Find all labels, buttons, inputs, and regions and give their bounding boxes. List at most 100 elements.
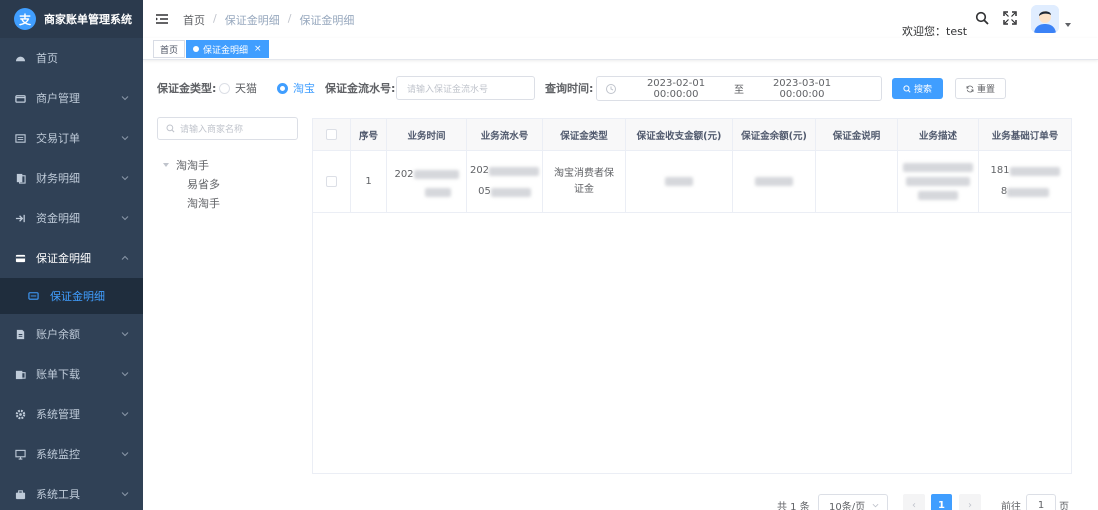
tree-node-child[interactable]: 淘淘手 xyxy=(187,195,220,211)
breadcrumb-item-current: 保证金明细 xyxy=(299,14,355,27)
avatar[interactable] xyxy=(1031,5,1059,33)
search-icon[interactable] xyxy=(975,11,989,25)
radio-circle xyxy=(219,82,230,94)
column-header: 业务描述 xyxy=(898,119,979,150)
tree-node-root[interactable]: 淘淘手 xyxy=(163,157,209,173)
caret-down-icon[interactable] xyxy=(163,163,169,167)
serial-input[interactable]: 请输入保证金流水号 xyxy=(396,76,535,100)
next-page-button[interactable]: › xyxy=(959,494,981,510)
jump-suffix: 页 xyxy=(1059,501,1069,510)
merchant-search-input[interactable]: 请输入商家名称 xyxy=(157,117,298,140)
sidebar-subitem-deposit-detail[interactable]: 保证金明细 xyxy=(0,278,143,314)
masked-value xyxy=(1009,166,1060,176)
cell-business-desc xyxy=(898,151,979,212)
select-all-checkbox[interactable] xyxy=(326,129,337,140)
monitor-icon xyxy=(14,448,26,460)
fullscreen-icon[interactable] xyxy=(1003,11,1017,25)
page-number-current[interactable]: 1 xyxy=(931,494,952,510)
chevron-down-icon xyxy=(872,503,879,508)
masked-value xyxy=(918,191,958,200)
column-header: 序号 xyxy=(351,119,387,150)
jump-label: 前往 xyxy=(1001,501,1021,510)
breadcrumb-item-home[interactable]: 首页 xyxy=(183,12,205,28)
order-prefix: 181 xyxy=(990,165,1010,176)
tree-node-child[interactable]: 易省多 xyxy=(187,176,220,192)
row-checkbox[interactable] xyxy=(326,176,337,187)
sidebar-item-label: 资金明细 xyxy=(36,212,80,225)
sidebar-item-tools[interactable]: 系统工具 xyxy=(0,474,143,510)
sidebar-item-fund[interactable]: 资金明细 xyxy=(0,198,143,238)
page-jump-input[interactable]: 1 xyxy=(1026,494,1056,510)
sidebar-item-orders[interactable]: 交易订单 xyxy=(0,118,143,158)
reset-button[interactable]: 重置 xyxy=(955,78,1006,99)
radio-label: 淘宝 xyxy=(293,82,315,95)
time-label: 查询时间: xyxy=(545,82,594,95)
sidebar-item-monitor[interactable]: 系统监控 xyxy=(0,434,143,474)
page-size-select[interactable]: 10条/页 xyxy=(818,494,888,510)
cell-description xyxy=(816,151,898,212)
sidebar-item-deposit[interactable]: 保证金明细 xyxy=(0,238,143,278)
column-header: 业务基础订单号 xyxy=(991,130,1059,142)
breadcrumb-item-deposit: 保证金明细 xyxy=(224,14,280,27)
search-icon xyxy=(903,84,911,93)
chevron-down-icon xyxy=(121,408,129,417)
masked-value xyxy=(665,177,693,186)
dashboard-icon xyxy=(14,52,26,64)
breadcrumb-separator: / xyxy=(287,12,292,25)
search-button-label: 搜索 xyxy=(913,85,932,95)
sidebar-item-balance[interactable]: 账户余额 xyxy=(0,314,143,354)
radio-taobao[interactable]: 淘宝 xyxy=(277,77,315,99)
sidebar-item-label: 账户余额 xyxy=(36,328,80,341)
tool-icon xyxy=(14,488,26,500)
deposit-icon xyxy=(14,252,26,264)
sidebar-subitem-label: 保证金明细 xyxy=(50,290,105,303)
hamburger-icon[interactable] xyxy=(155,12,169,26)
tag-deposit-detail[interactable]: 保证金明细 × xyxy=(186,40,269,58)
tag-label: 保证金明细 xyxy=(203,45,249,56)
radio-label: 天猫 xyxy=(235,82,257,95)
breadcrumb-separator: / xyxy=(213,12,217,25)
serial-prefix: 202 xyxy=(469,165,490,176)
sidebar-item-label: 系统管理 xyxy=(36,408,80,421)
sidebar-item-label: 系统工具 xyxy=(36,488,80,501)
cell-deposit-type: 淘宝消费者保证金 xyxy=(543,151,626,212)
sidebar-item-download[interactable]: 账单下载 xyxy=(0,354,143,394)
fund-icon xyxy=(14,212,26,224)
chevron-down-icon xyxy=(121,172,129,181)
date-range-picker[interactable]: 2023-02-01 00:00:00 至 2023-03-01 00:00:0… xyxy=(596,76,882,101)
sidebar-item-finance[interactable]: 财务明细 xyxy=(0,158,143,198)
serial-label: 保证金流水号: xyxy=(325,82,396,95)
sidebar-item-system[interactable]: 系统管理 xyxy=(0,394,143,434)
pagination-total: 共 1 条 xyxy=(777,501,810,510)
refresh-icon xyxy=(966,85,974,92)
sidebar-item-label: 交易订单 xyxy=(36,132,80,145)
serial-prefix: 05 xyxy=(478,186,491,197)
caret-down-icon[interactable] xyxy=(1065,23,1071,27)
masked-value xyxy=(906,177,970,186)
masked-value xyxy=(424,187,451,197)
tag-home[interactable]: 首页 xyxy=(153,40,186,58)
cell-amount xyxy=(626,151,733,212)
tree-node-label: 淘淘手 xyxy=(187,197,220,210)
column-header: 保证金说明 xyxy=(816,119,898,150)
balance-icon xyxy=(14,328,26,340)
breadcrumb: 首页 / 保证金明细 / 保证金明细 xyxy=(183,12,354,28)
sidebar-item-merchant[interactable]: 商户管理 xyxy=(0,78,143,118)
column-header: 保证金余额(元) xyxy=(733,119,816,150)
app-title: 商家账单管理系统 xyxy=(44,13,132,26)
column-header: 业务流水号 xyxy=(467,119,543,150)
prev-page-button[interactable]: ‹ xyxy=(903,494,925,510)
app-logo: 支 xyxy=(14,8,36,30)
search-button[interactable]: 搜索 xyxy=(892,78,943,99)
sidebar-item-home[interactable]: 首页 xyxy=(0,38,143,78)
date-start[interactable]: 2023-02-01 00:00:00 xyxy=(625,78,727,100)
table-row[interactable]: 1 202 202 05 淘宝消费者保证金 181 8 xyxy=(313,151,1071,213)
close-icon[interactable]: × xyxy=(254,44,262,54)
column-header: 保证金类型 xyxy=(543,119,626,150)
cell-balance xyxy=(733,151,816,212)
top-navbar: 首页 / 保证金明细 / 保证金明细 欢迎您：test xyxy=(143,0,1098,38)
chevron-down-icon xyxy=(121,132,129,141)
merchant-search-placeholder: 请输入商家名称 xyxy=(180,125,244,135)
radio-tmall[interactable]: 天猫 xyxy=(219,77,257,99)
date-end[interactable]: 2023-03-01 00:00:00 xyxy=(751,78,853,100)
